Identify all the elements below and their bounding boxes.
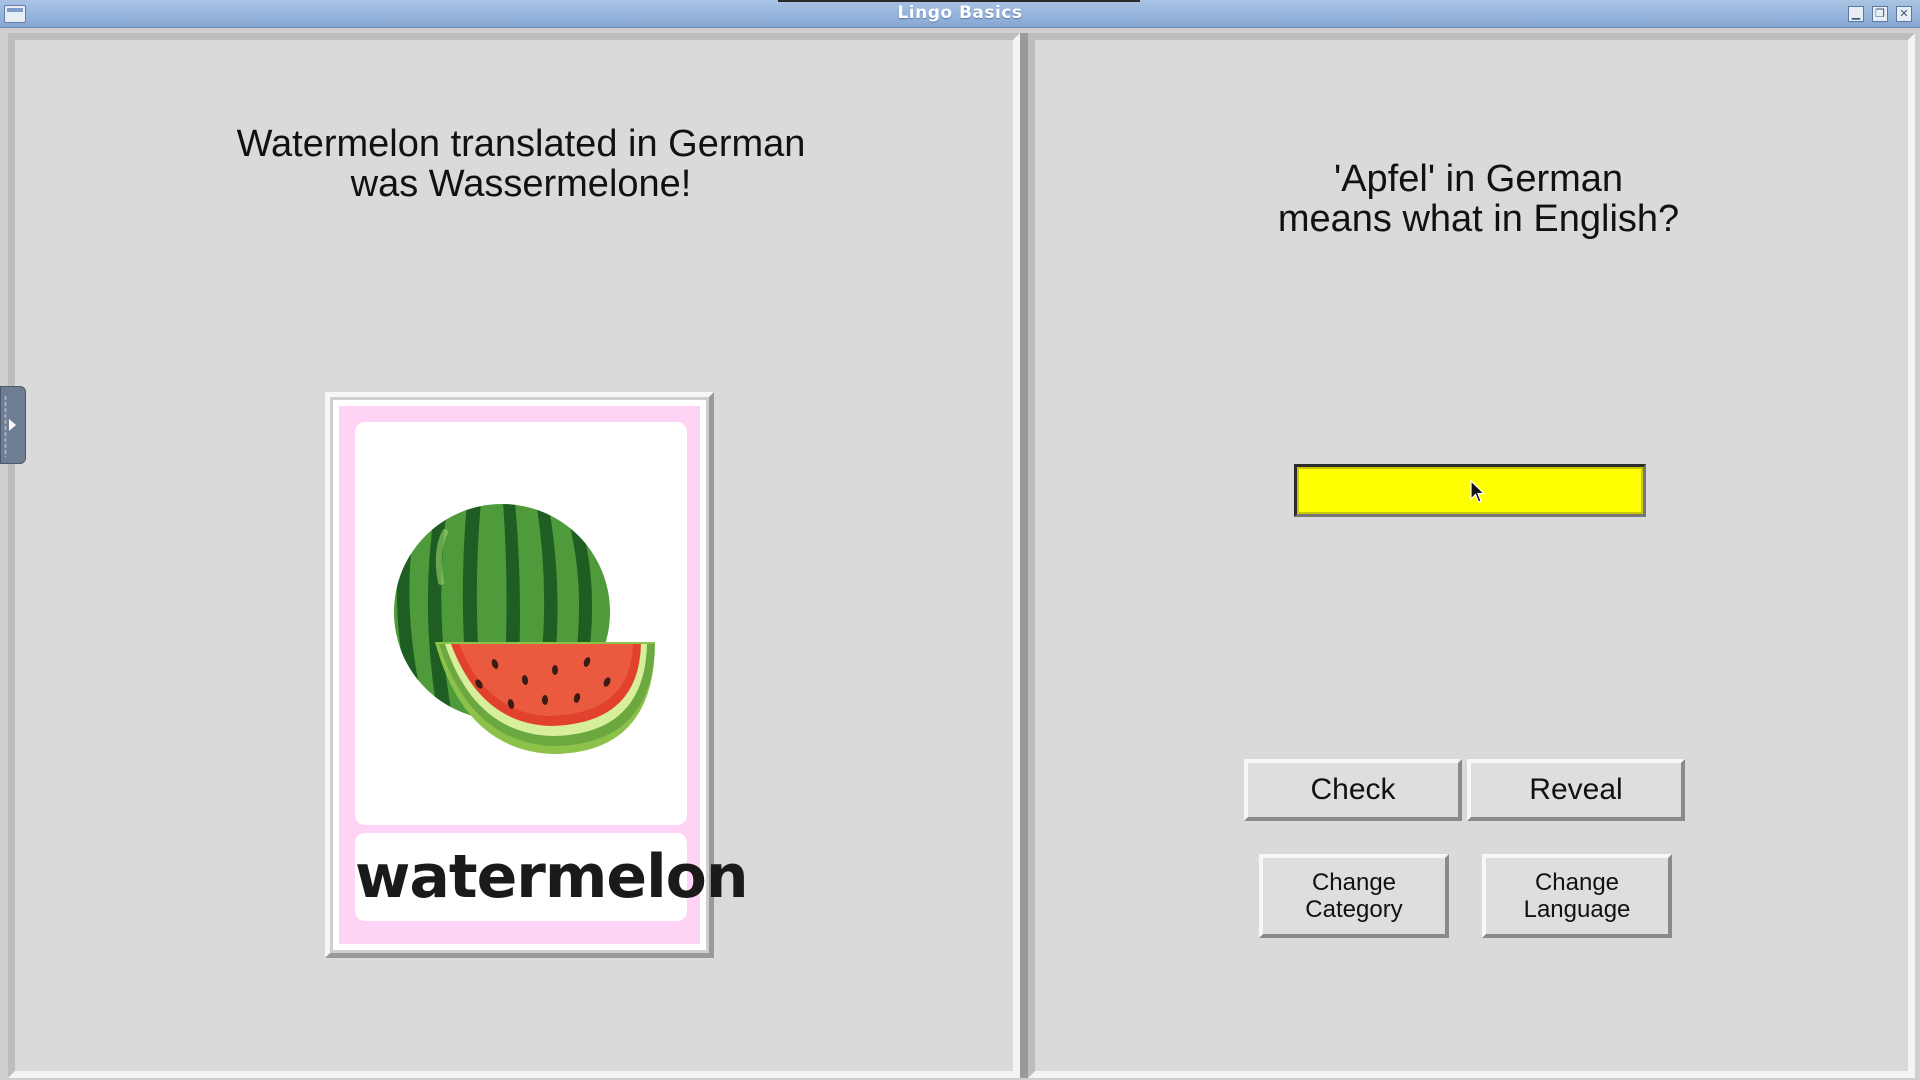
title-bar: Lingo Basics ▁ ❐ ✕ — [0, 0, 1920, 28]
maximize-icon[interactable]: ❐ — [1872, 6, 1888, 22]
watermelon-icon — [394, 504, 655, 754]
check-button[interactable]: Check — [1244, 759, 1462, 821]
minimize-icon[interactable]: ▁ — [1848, 6, 1864, 22]
answer-input[interactable] — [1294, 464, 1646, 517]
panel-divider — [1020, 33, 1028, 1078]
expand-arrow-icon — [9, 419, 16, 431]
quiz-question-line1: 'Apfel' in German — [1333, 158, 1624, 200]
quiz-question: 'Apfel' in German means what in English? — [1035, 159, 1920, 239]
flash-card-border: watermelon — [339, 406, 749, 944]
flash-card-word: watermelon — [355, 833, 749, 921]
feedback-message: Watermelon translated in German was Wass… — [15, 124, 1027, 204]
watermelon-illustration — [355, 422, 687, 825]
feedback-message-line2: was Wassermelone! — [350, 163, 692, 205]
change-language-button[interactable]: Change Language — [1482, 854, 1672, 938]
feedback-message-line1: Watermelon translated in German — [236, 123, 806, 165]
title-accent-line — [778, 0, 1140, 2]
change-category-button[interactable]: Change Category — [1259, 854, 1449, 938]
feedback-panel: Watermelon translated in German was Wass… — [8, 33, 1020, 1078]
flash-card: watermelon — [325, 392, 749, 958]
grip-dots-icon — [4, 395, 7, 457]
side-panel-handle[interactable] — [0, 386, 26, 464]
window-title: Lingo Basics — [897, 3, 1023, 23]
reveal-button[interactable]: Reveal — [1467, 759, 1685, 821]
quiz-panel: 'Apfel' in German means what in English?… — [1028, 33, 1915, 1078]
quiz-question-line2: means what in English? — [1277, 198, 1680, 240]
close-icon[interactable]: ✕ — [1896, 6, 1912, 22]
